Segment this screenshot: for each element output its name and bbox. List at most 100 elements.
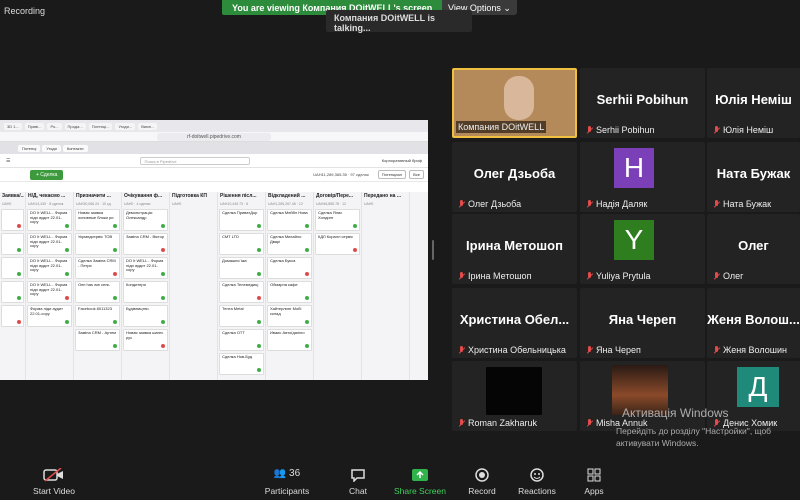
deal-card[interactable]: Сделка Нов-Буд <box>219 353 264 375</box>
status-dot <box>161 224 165 228</box>
participant-tile[interactable]: Олег Дзьоба Олег Дзьоба <box>452 142 577 212</box>
deal-card[interactable]: Заміна CRM - Артем <box>75 329 120 351</box>
deal-card[interactable] <box>1 209 24 231</box>
deal-card[interactable]: Демонстрація: Олександр <box>123 209 168 231</box>
deal-card[interactable]: Заміна CRM - Віктор <box>123 233 168 255</box>
deal-card[interactable]: Сделка Телемедиці <box>219 281 264 303</box>
status-dot <box>257 296 261 300</box>
deal-card[interactable]: Будівництво <box>123 305 168 327</box>
deal-card[interactable]: Форма ліди аудит 22.01-copy <box>27 305 72 327</box>
apps-button[interactable]: Apps <box>580 468 608 496</box>
search-input[interactable]: Поиск в Pipedrive <box>140 156 251 165</box>
deal-card[interactable]: Сделка Мейбл Нова <box>267 209 312 231</box>
column-total: UAH10,449.73 · 6 <box>220 202 249 206</box>
deal-card[interactable]: DO It WELL - Форма ліди аудит 22.01-copy <box>27 233 72 255</box>
deal-card[interactable]: Опп has ww сель <box>75 281 120 303</box>
participant-label: Надія Даляк <box>586 199 647 209</box>
browser-tab[interactable]: Потенці... <box>88 122 113 130</box>
new-deal-button[interactable]: + Сделка <box>30 169 64 180</box>
status-dot <box>113 272 117 276</box>
participant-avatar: Y <box>614 220 654 260</box>
chat-label: Chat <box>349 486 367 496</box>
participant-tile[interactable]: Ірина Метошоп Ірина Метошоп <box>452 214 577 284</box>
deal-card[interactable]: КДЛ Коралл сервіс <box>315 233 360 255</box>
all-filter[interactable]: Все <box>409 170 424 179</box>
participant-tile[interactable]: Яна Череп Яна Череп <box>580 288 705 358</box>
participant-label: Yuliya Prytula <box>586 271 651 281</box>
pipeline-column: Підготовка КП UAH0 <box>170 192 218 380</box>
deal-card[interactable] <box>1 233 24 255</box>
deal-title: Домашня їжа <box>222 258 247 263</box>
resize-handle[interactable] <box>432 240 434 260</box>
deal-card[interactable] <box>1 257 24 279</box>
participant-tile[interactable]: Компания DOitWELL <box>452 68 577 138</box>
reactions-label: Reactions <box>518 486 556 496</box>
browser-tab[interactable]: Прода... <box>64 122 86 130</box>
deal-title: Хайтерлинг Мобі склад <box>270 306 302 316</box>
participant-tile[interactable]: Женя Волош... Женя Волошин <box>707 288 800 358</box>
participant-tile[interactable]: Serhii Pobihun Serhii Pobihun <box>580 68 705 138</box>
participant-tile[interactable]: Misha Annuk <box>580 361 705 431</box>
participants-button[interactable]: 👥 36 Participants <box>262 468 312 496</box>
deal-card[interactable]: DO It WELL - Форма ліди аудит 22.01-copy <box>27 281 72 303</box>
deal-card[interactable]: Сделка Заміна CRM - Петря <box>75 257 120 279</box>
deal-card[interactable]: Кондитери <box>123 281 168 303</box>
participant-tile[interactable]: Д Денис Хомик <box>707 361 800 431</box>
participant-tile[interactable]: Roman Zakharuk <box>452 361 577 431</box>
participant-tile[interactable]: Y Yuliya Prytula <box>580 214 705 284</box>
participant-tile[interactable]: Христина Обел... Христина Обельницька <box>452 288 577 358</box>
deal-card[interactable]: Тента Metal <box>219 305 264 327</box>
deal-card[interactable]: Домашня їжа <box>219 257 264 279</box>
bookmark[interactable]: Потенці <box>18 144 41 152</box>
deal-card[interactable]: Сделка ПриватДор <box>219 209 264 231</box>
pipeline-filter[interactable]: Потенциал <box>377 170 407 179</box>
deal-card[interactable]: Обмарна кафе <box>267 281 312 303</box>
participant-tile[interactable]: H Надія Даляк <box>580 142 705 212</box>
status-dot <box>305 272 309 276</box>
deal-card[interactable]: DO It WELL - Форма ліди аудит 22.01-copy <box>123 257 168 279</box>
deal-card[interactable]: Новая заявка основные блоки ри <box>75 209 120 231</box>
deal-card[interactable]: Новая заявка шагес рус <box>123 329 168 351</box>
bookmark[interactable]: Контакти <box>62 144 88 152</box>
participant-tile[interactable]: Юлія Неміш Юлія Неміш <box>707 68 800 138</box>
browser-tab[interactable]: Ро... <box>47 122 62 130</box>
deal-card[interactable] <box>1 305 24 327</box>
chevron-down-icon: ⌄ <box>503 3 511 13</box>
deal-card[interactable]: Иваис Автоїдаліно <box>267 329 312 351</box>
start-video-button[interactable]: Start Video <box>32 468 76 496</box>
deal-card[interactable]: Сделка Букса <box>267 257 312 279</box>
pipeline-column: Н/Д, чекаємо ... UAH14,430 · 8 сделок DO I… <box>26 192 74 380</box>
record-label: Record <box>468 486 496 496</box>
browser-tab[interactable]: Приві... <box>24 122 45 130</box>
reactions-button[interactable]: Reactions <box>516 468 558 496</box>
deal-card[interactable]: Сделка Ялис Холдинг <box>315 209 360 231</box>
bookmark[interactable]: Угоди <box>42 144 61 152</box>
deal-card[interactable] <box>1 281 24 303</box>
deal-card[interactable]: Хайтерлинг Мобі склад <box>267 305 312 327</box>
deal-card[interactable]: Укрмедсервіс ТОВ <box>75 233 120 255</box>
deal-card[interactable]: Facebook 8011323 <box>75 305 120 327</box>
browser-tab[interactable]: Виклі... <box>138 122 158 130</box>
deal-card[interactable]: DO It WELL - Форма ліди аудит 22.01-copy <box>27 257 72 279</box>
shared-screen[interactable]: 3D 1... Приві... Ро... Прода... Потенці.… <box>0 120 428 380</box>
participant-tile[interactable]: Олег Олег <box>707 214 800 284</box>
participant-tile[interactable]: Ната Бужак Ната Бужак <box>707 142 800 212</box>
pipeline-column: Заявка/... UAH0 <box>0 192 26 380</box>
deal-card[interactable]: СМТ LTD <box>219 233 264 255</box>
share-screen-button[interactable]: Share Screen <box>394 468 446 496</box>
column-total: UAH0 <box>172 202 182 206</box>
mic-muted-icon <box>458 418 465 428</box>
browser-tab[interactable]: Угоди... <box>115 122 136 130</box>
address-bar[interactable]: rf-doitwell.pipedrive.com <box>0 132 428 142</box>
status-dot <box>305 296 309 300</box>
status-dot <box>17 248 21 252</box>
user-name[interactable]: Корпоративный бриф <box>382 158 422 163</box>
deal-card[interactable]: Сделка ОТТ <box>219 329 264 351</box>
chat-button[interactable]: Chat <box>344 468 372 496</box>
browser-tab[interactable]: 3D 1... <box>4 122 22 130</box>
deal-card[interactable]: Сделка Михайло Дварі <box>267 233 312 255</box>
deal-card[interactable]: DO It WELL - Форма ліди аудит 22.01-copy <box>27 209 72 231</box>
status-dot <box>17 320 21 324</box>
record-button[interactable]: Record <box>466 468 498 496</box>
menu-icon[interactable]: ☰ <box>6 158 10 164</box>
